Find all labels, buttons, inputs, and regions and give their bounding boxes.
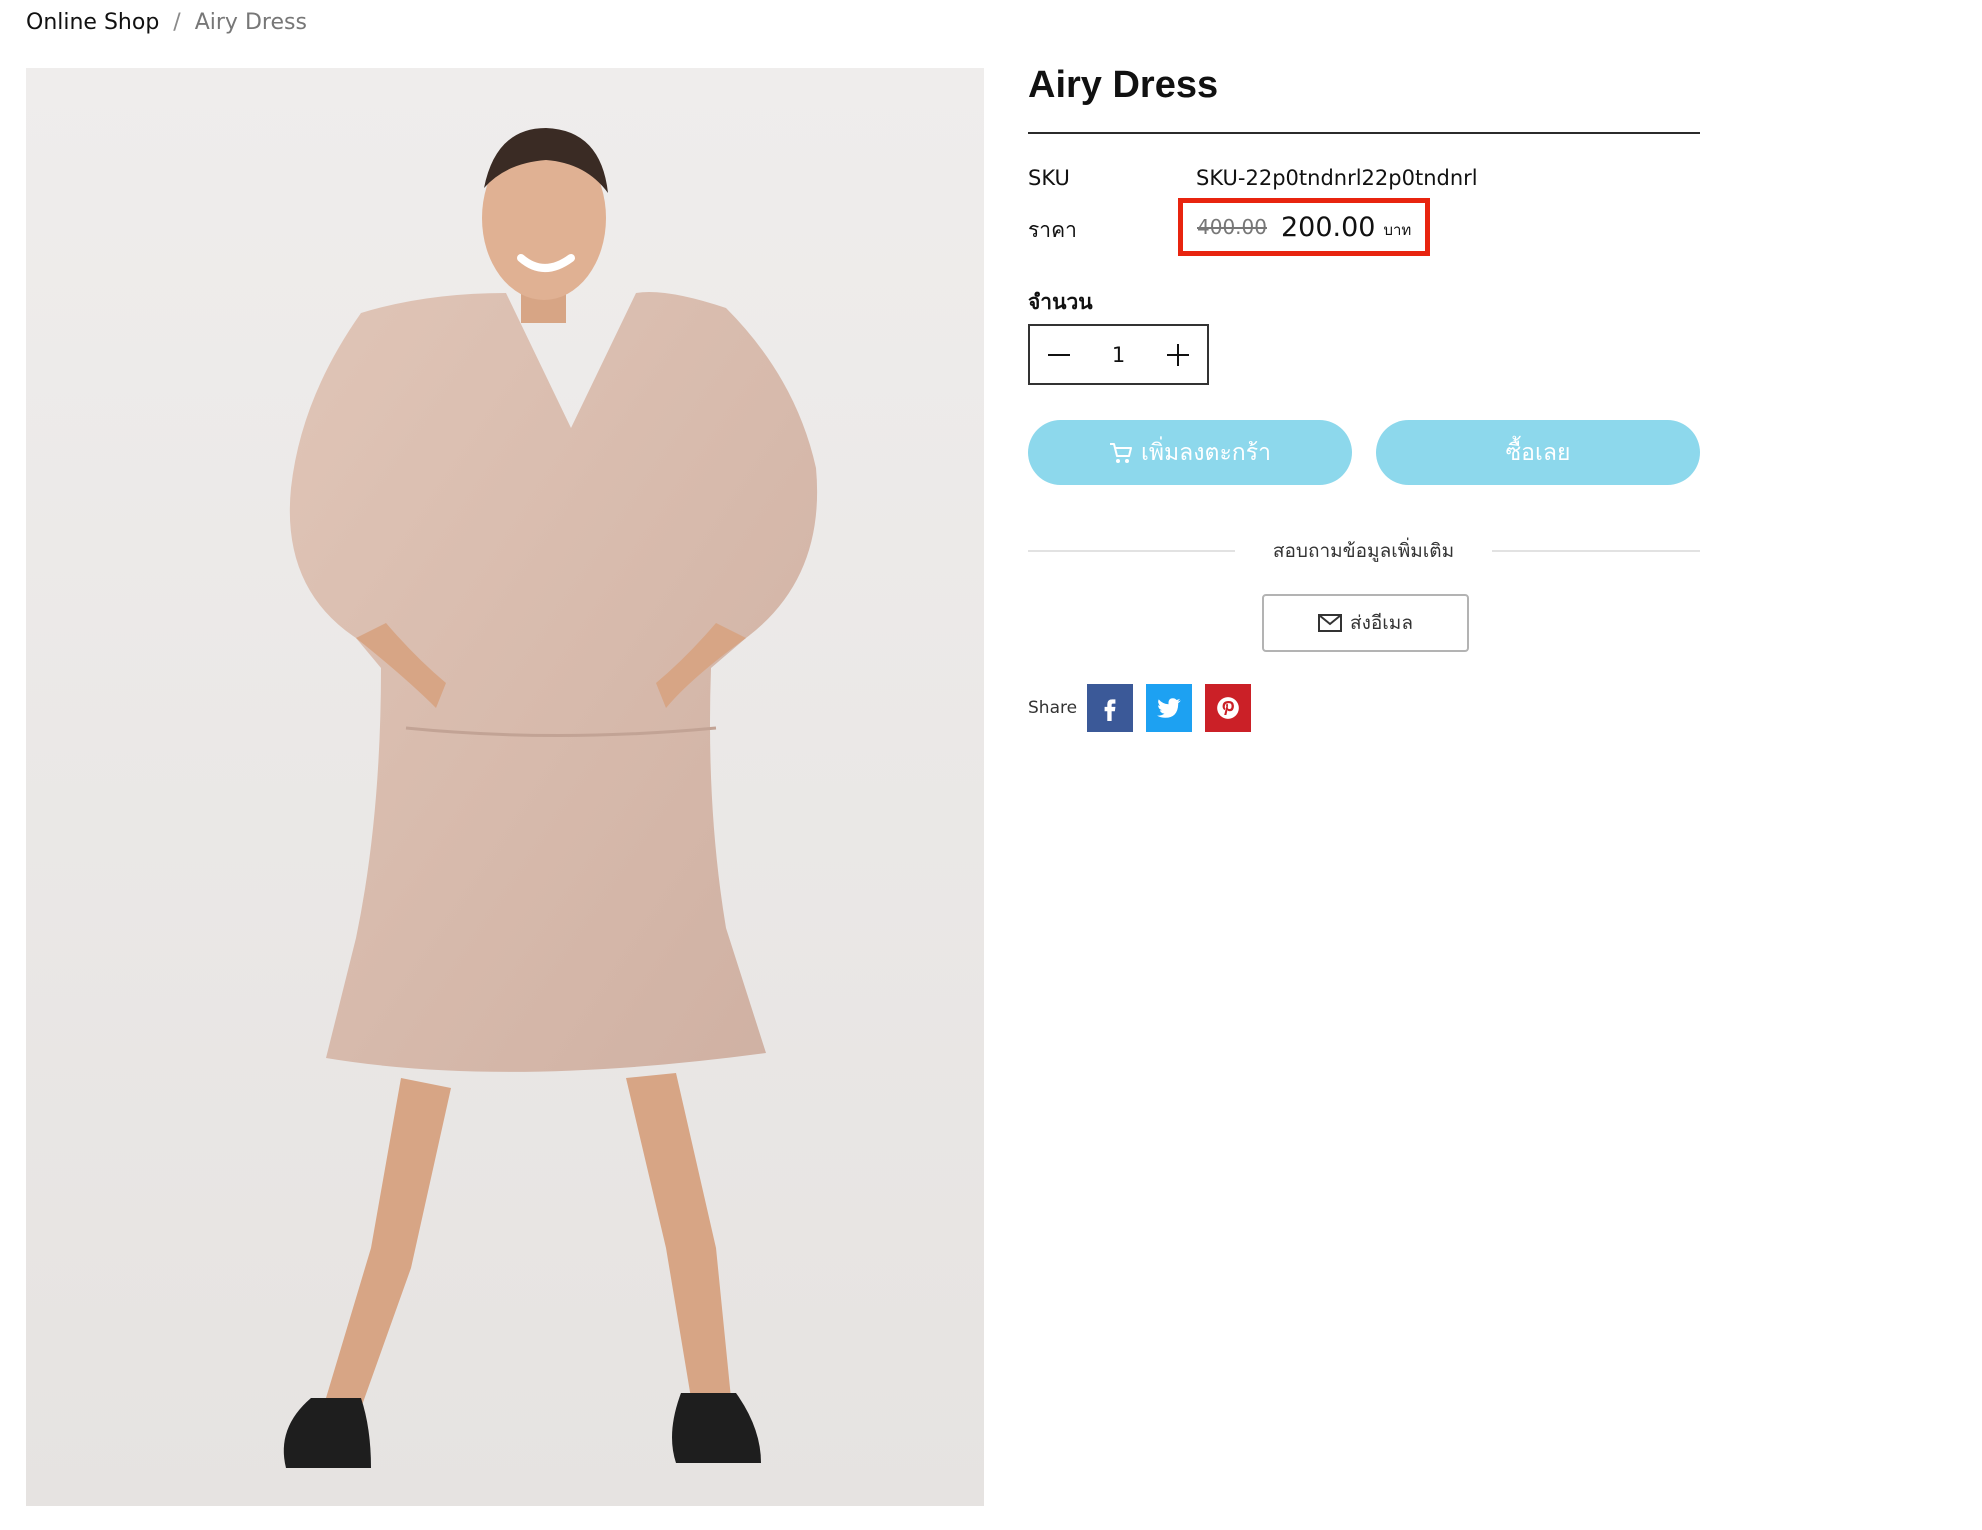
price-currency: บาท [1383, 221, 1412, 239]
mail-icon [1318, 614, 1343, 632]
twitter-icon [1157, 698, 1181, 718]
share-label: Share [1028, 698, 1078, 718]
product-photo[interactable] [26, 68, 984, 1506]
add-to-cart-label: เพิ่มลงตะกร้า [1141, 439, 1271, 466]
product-photo-illustration [26, 68, 984, 1506]
cart-icon [1110, 442, 1132, 463]
pinterest-icon [1217, 697, 1239, 719]
twitter-share-button[interactable] [1146, 684, 1193, 732]
sale-price: 200.00 [1280, 211, 1376, 243]
original-price: 400.00 [1197, 215, 1267, 239]
pinterest-share-button[interactable] [1205, 684, 1252, 732]
title-divider [1028, 132, 1700, 134]
facebook-icon [1104, 699, 1116, 721]
price-label: ราคา [1028, 218, 1077, 242]
product-info: Airy Dress SKU SKU-22p0tndnrl22p0tndnrl … [1028, 64, 1700, 732]
decrease-quantity-button[interactable] [1046, 342, 1072, 368]
breadcrumb-separator: / [173, 10, 181, 35]
inquiry-divider-left [1028, 550, 1235, 552]
product-title: Airy Dress [1028, 64, 1219, 106]
sku-value: SKU-22p0tndnrl22p0tndnrl [1196, 166, 1478, 190]
sku-row: SKU SKU-22p0tndnrl22p0tndnrl [1028, 166, 1478, 190]
facebook-share-button[interactable] [1087, 684, 1134, 732]
quantity-stepper: 1 [1028, 324, 1209, 385]
add-to-cart-button[interactable]: เพิ่มลงตะกร้า [1028, 420, 1352, 485]
buy-now-button[interactable]: ซื้อเลย [1376, 420, 1700, 485]
quantity-label: จำนวน [1028, 290, 1093, 314]
breadcrumb: Online Shop / Airy Dress [26, 10, 307, 35]
send-email-button[interactable]: ส่งอีเมล [1262, 594, 1469, 652]
inquiry-heading: สอบถามข้อมูลเพิ่มเติม [1272, 540, 1455, 562]
share-bar: Share [1028, 684, 1264, 732]
send-email-label: ส่งอีเมล [1350, 612, 1413, 634]
breadcrumb-current: Airy Dress [194, 10, 307, 35]
inquiry-divider-right [1492, 550, 1700, 552]
price-row: ราคา [1028, 214, 1196, 247]
price-highlight-box: 400.00 200.00 บาท [1178, 198, 1430, 256]
increase-quantity-button[interactable] [1165, 342, 1191, 368]
buy-now-label: ซื้อเลย [1505, 439, 1571, 466]
quantity-value[interactable]: 1 [1112, 343, 1125, 367]
sku-label: SKU [1028, 166, 1070, 190]
breadcrumb-home-link[interactable]: Online Shop [26, 10, 159, 35]
